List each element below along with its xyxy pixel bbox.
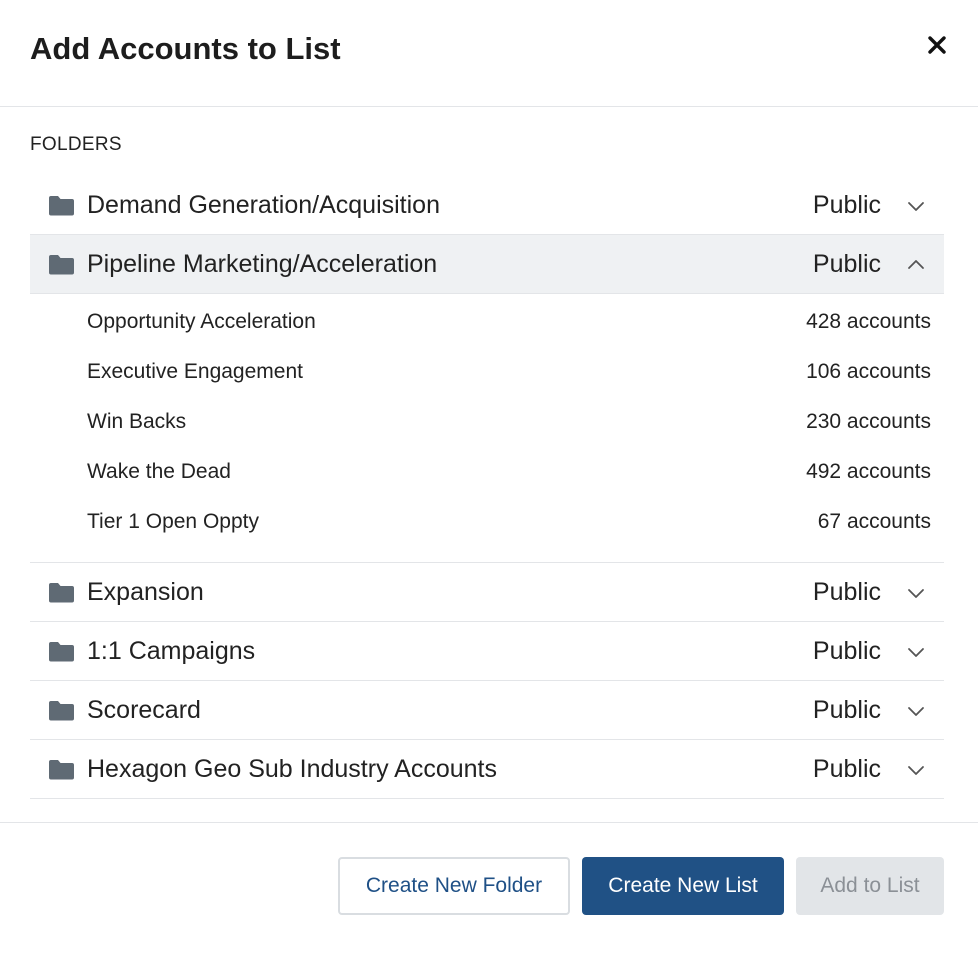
list-account-count: 67 accounts <box>817 510 931 533</box>
create-new-list-button[interactable]: Create New List <box>582 857 784 915</box>
chevron-down-icon[interactable] <box>906 760 926 780</box>
folder-icon <box>49 760 74 780</box>
close-icon <box>928 36 946 54</box>
folder-icon <box>49 196 74 216</box>
list-item[interactable]: Executive Engagement 106 accounts <box>30 348 944 398</box>
folder-name: 1:1 Campaigns <box>87 637 256 665</box>
folder-name: Scorecard <box>87 696 201 724</box>
folder-visibility: Public <box>812 191 881 219</box>
chevron-down-icon[interactable] <box>906 701 926 721</box>
folder-visibility: Public <box>812 250 881 278</box>
list-item[interactable]: Opportunity Acceleration 428 accounts <box>30 298 944 348</box>
folder-name: Demand Generation/Acquisition <box>87 191 440 219</box>
folder-name: Hexagon Geo Sub Industry Accounts <box>87 755 497 783</box>
chevron-down-icon[interactable] <box>906 642 926 662</box>
add-accounts-modal: Add Accounts to List FOLDERS Demand Gene… <box>0 0 978 954</box>
folder-list: Demand Generation/Acquisition Public Pip… <box>30 176 944 799</box>
add-to-list-button[interactable]: Add to List <box>796 857 944 915</box>
list-account-count: 106 accounts <box>806 360 931 383</box>
chevron-down-icon[interactable] <box>906 583 926 603</box>
list-item[interactable]: Win Backs 230 accounts <box>30 398 944 448</box>
folder-visibility: Public <box>812 637 881 665</box>
folder-name: Pipeline Marketing/Acceleration <box>87 250 438 278</box>
modal-title: Add Accounts to List <box>30 31 341 66</box>
modal-header: Add Accounts to List <box>0 0 978 107</box>
chevron-down-icon[interactable] <box>906 196 926 216</box>
folder-visibility: Public <box>812 696 881 724</box>
close-button[interactable] <box>922 30 952 60</box>
modal-footer: Create New Folder Create New List Add to… <box>0 822 978 955</box>
chevron-up-icon[interactable] <box>906 255 926 275</box>
list-account-count: 492 accounts <box>806 460 931 483</box>
folder-icon <box>49 255 74 275</box>
folder-row-1-1-campaigns[interactable]: 1:1 Campaigns Public <box>30 622 944 681</box>
folder-row-hexagon-geo[interactable]: Hexagon Geo Sub Industry Accounts Public <box>30 740 944 799</box>
folder-row-scorecard[interactable]: Scorecard Public <box>30 681 944 740</box>
list-item[interactable]: Tier 1 Open Oppty 67 accounts <box>30 498 944 548</box>
folders-section-label: FOLDERS <box>30 134 122 155</box>
folder-visibility: Public <box>812 755 881 783</box>
create-new-folder-button[interactable]: Create New Folder <box>338 857 570 915</box>
folder-name: Expansion <box>87 578 204 606</box>
folder-row-pipeline-marketing[interactable]: Pipeline Marketing/Acceleration Public <box>30 235 944 294</box>
list-name: Opportunity Acceleration <box>87 310 316 333</box>
folder-visibility: Public <box>812 578 881 606</box>
list-name: Win Backs <box>87 410 187 433</box>
folder-icon <box>49 642 74 662</box>
list-item[interactable]: Wake the Dead 492 accounts <box>30 448 944 498</box>
list-name: Executive Engagement <box>87 360 303 383</box>
list-name: Wake the Dead <box>87 460 231 483</box>
list-name: Tier 1 Open Oppty <box>87 510 259 533</box>
folder-icon <box>49 701 74 721</box>
list-account-count: 230 accounts <box>806 410 931 433</box>
folder-sublist: Opportunity Acceleration 428 accounts Ex… <box>30 294 944 563</box>
list-account-count: 428 accounts <box>806 310 931 333</box>
folder-row-demand-generation[interactable]: Demand Generation/Acquisition Public <box>30 176 944 235</box>
folder-row-expansion[interactable]: Expansion Public <box>30 563 944 622</box>
folder-icon <box>49 583 74 603</box>
